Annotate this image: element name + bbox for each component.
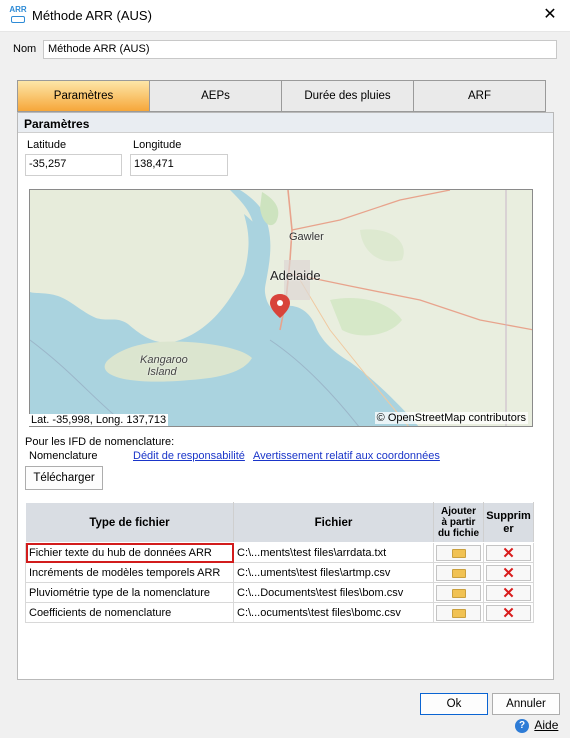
help-icon: ? — [515, 718, 529, 733]
delete-x-icon: ✕ — [502, 564, 515, 582]
cell-type[interactable]: Pluviométrie type de la nomenclature — [25, 582, 234, 603]
header-add-line3: du fichie — [437, 528, 480, 539]
map-canvas — [30, 190, 532, 426]
map-label-island: Island — [147, 366, 177, 378]
nom-label: Nom — [13, 43, 37, 55]
download-button[interactable]: Télécharger — [25, 466, 103, 490]
folder-icon — [451, 608, 466, 618]
cell-file[interactable]: C:\...Documents\test files\bom.csv — [233, 582, 434, 603]
file-table: Type de fichier Fichier Ajouter à partir… — [25, 502, 534, 623]
tab-aeps[interactable]: AEPs — [150, 81, 282, 111]
delete-x-icon: ✕ — [502, 544, 515, 562]
cell-file[interactable]: C:\...uments\test files\artmp.csv — [233, 562, 434, 583]
column-header-type[interactable]: Type de fichier — [25, 502, 234, 543]
cell-type[interactable]: Fichier texte du hub de données ARR — [25, 542, 234, 563]
add-from-file-button[interactable] — [436, 544, 481, 561]
delete-button[interactable]: ✕ — [486, 544, 531, 562]
header-add-line2: à partir — [441, 517, 476, 528]
tab-parametres[interactable]: Paramètres — [18, 81, 150, 111]
delete-button[interactable]: ✕ — [486, 564, 531, 582]
delete-x-icon: ✕ — [502, 584, 515, 602]
close-button[interactable]: ✕ — [536, 2, 564, 28]
ok-button[interactable]: Ok — [420, 693, 488, 715]
delete-x-icon: ✕ — [502, 604, 515, 622]
cursor-coordinates: Lat. -35,998, Long. 137,713 — [29, 414, 169, 426]
marker-center — [277, 300, 283, 306]
section-header: Paramètres — [18, 113, 553, 133]
folder-icon — [451, 568, 466, 578]
arr-app-icon: ARR — [9, 6, 27, 24]
cell-file[interactable]: C:\...ments\test files\arrdata.txt — [233, 542, 434, 563]
column-header-add[interactable]: Ajouter à partir du fichie — [433, 502, 484, 543]
tab-duree-des-pluies[interactable]: Durée des pluies — [282, 81, 414, 111]
cell-type[interactable]: Incréments de modèles temporels ARR — [25, 562, 234, 583]
map-attribution: © OpenStreetMap contributors — [374, 412, 528, 424]
cell-file[interactable]: C:\...ocuments\test files\bomc.csv — [233, 602, 434, 623]
header-delete-line2: er — [503, 522, 514, 535]
latitude-label: Latitude — [27, 139, 67, 151]
folder-icon — [451, 588, 466, 598]
window-title: Méthode ARR (AUS) — [32, 8, 152, 23]
help-label: Aide — [534, 718, 559, 732]
delete-button[interactable]: ✕ — [486, 584, 531, 602]
cell-type[interactable]: Coefficients de nomenclature — [25, 602, 234, 623]
folder-icon — [451, 548, 466, 558]
latitude-input[interactable]: -35,257 — [25, 154, 122, 176]
map-label-adelaide: Adelaide — [270, 268, 321, 283]
column-header-file[interactable]: Fichier — [233, 502, 434, 543]
map-label-kangaroo: Kangaroo — [140, 354, 188, 366]
add-from-file-button[interactable] — [436, 584, 481, 601]
table-header-row: Type de fichier Fichier Ajouter à partir… — [25, 502, 534, 543]
nomenclature-label: Nomenclature — [29, 450, 98, 462]
help-link[interactable]: ? Aide — [515, 718, 558, 733]
map-label-kangaroo-island: Kangaroo Island — [140, 354, 188, 378]
close-icon: ✕ — [543, 6, 557, 23]
coords-warning-link[interactable]: Avertissement relatif aux coordonnées — [253, 450, 440, 462]
peninsula-shape — [30, 190, 255, 343]
table-row[interactable]: Incréments de modèles temporels ARR C:\.… — [25, 562, 534, 583]
cancel-button[interactable]: Annuler — [492, 693, 560, 715]
app-icon-text: ARR — [9, 5, 27, 14]
header-delete-line1: Supprim — [486, 509, 531, 522]
table-row[interactable]: Fichier texte du hub de données ARR C:\.… — [25, 542, 534, 563]
longitude-label: Longitude — [133, 139, 182, 151]
tab-bar: Paramètres AEPs Durée des pluies ARF — [17, 80, 546, 112]
longitude-input[interactable]: 138,471 — [130, 154, 228, 176]
tab-arf[interactable]: ARF — [414, 81, 545, 111]
ifd-intro: Pour les IFD de nomenclature: — [25, 436, 175, 448]
delete-button[interactable]: ✕ — [486, 604, 531, 622]
add-from-file-button[interactable] — [436, 604, 481, 621]
add-from-file-button[interactable] — [436, 564, 481, 581]
map-view[interactable]: Gawler Adelaide Kangaroo Island © OpenSt… — [29, 189, 533, 427]
nom-input[interactable]: Méthode ARR (AUS) — [43, 40, 557, 59]
title-bar: ARR Méthode ARR (AUS) ✕ — [0, 0, 570, 32]
table-row[interactable]: Pluviométrie type de la nomenclature C:\… — [25, 582, 534, 603]
disclaimer-link[interactable]: Dédit de responsabilité — [133, 450, 245, 462]
column-header-delete[interactable]: Supprim er — [483, 502, 534, 543]
header-add-line1: Ajouter — [441, 506, 476, 517]
map-label-gawler: Gawler — [289, 231, 324, 243]
table-row[interactable]: Coefficients de nomenclature C:\...ocume… — [25, 602, 534, 623]
